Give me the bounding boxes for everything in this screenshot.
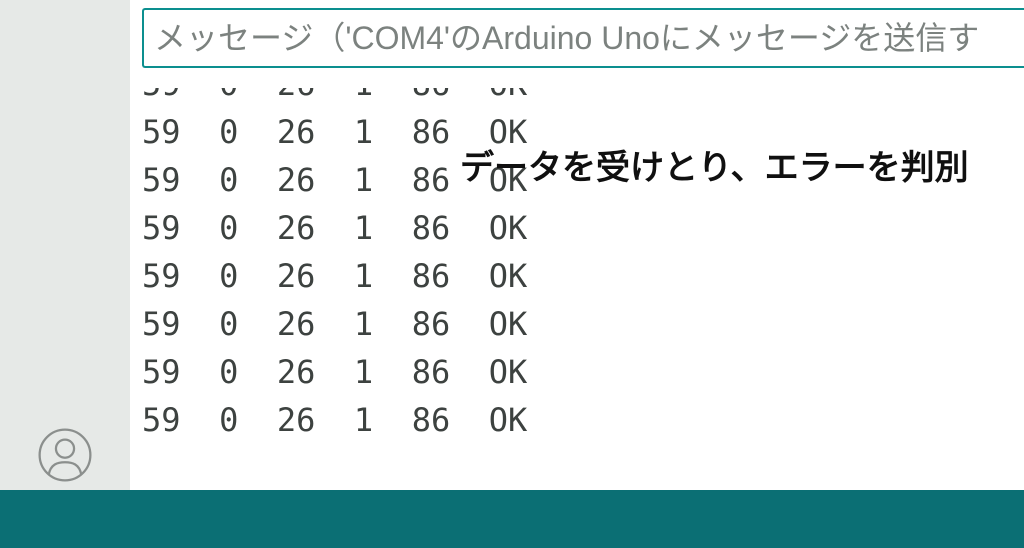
footer-bar bbox=[0, 490, 1024, 548]
message-input-wrap bbox=[142, 8, 1024, 68]
left-gutter bbox=[0, 0, 130, 490]
app-stage: 59 0 26 1 86 OK59 0 26 1 86 OK59 0 26 1 … bbox=[0, 0, 1024, 548]
serial-line: 59 0 26 1 86 OK bbox=[142, 348, 527, 396]
message-input[interactable] bbox=[142, 8, 1024, 68]
user-avatar-icon bbox=[36, 426, 94, 484]
serial-line: 59 0 26 1 86 OK bbox=[142, 88, 527, 108]
serial-line: 59 0 26 1 86 OK bbox=[142, 252, 527, 300]
serial-monitor-panel: 59 0 26 1 86 OK59 0 26 1 86 OK59 0 26 1 … bbox=[130, 0, 1024, 490]
serial-line: 59 0 26 1 86 OK bbox=[142, 396, 527, 444]
serial-line: 59 0 26 1 86 OK bbox=[142, 300, 527, 348]
serial-line: 59 0 26 1 86 OK bbox=[142, 204, 527, 252]
annotation-text: データを受けとり、エラーを判別 bbox=[460, 140, 969, 189]
